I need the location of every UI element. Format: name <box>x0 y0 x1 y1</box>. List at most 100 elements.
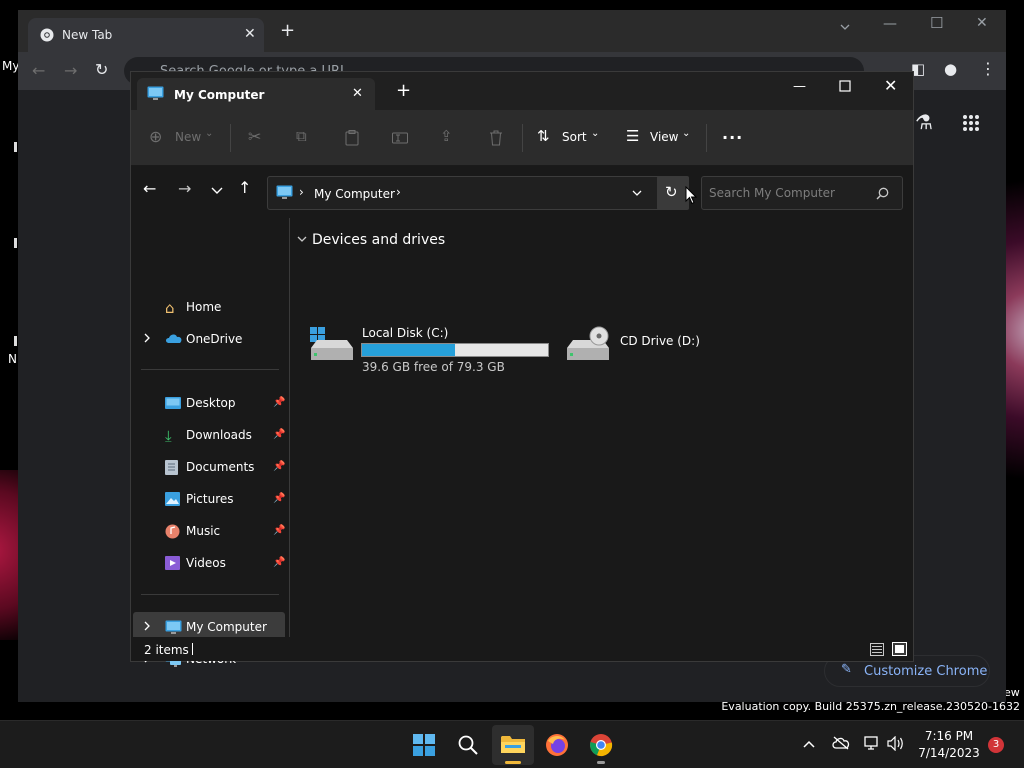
clock-date: 7/14/2023 <box>918 746 980 760</box>
chrome-maximize-icon[interactable]: ☐ <box>930 14 943 32</box>
new-button[interactable]: ⊕ New ⌄ <box>149 127 219 148</box>
sidebar-item-pictures[interactable]: Pictures 📌 <box>133 484 285 514</box>
desktop-icon-fragment <box>14 142 17 152</box>
pin-icon[interactable]: 📌 <box>273 557 285 568</box>
taskbar-file-explorer[interactable] <box>492 725 534 765</box>
cd-drive-icon <box>567 326 609 360</box>
cut-icon[interactable]: ✂ <box>248 127 261 146</box>
chrome-apps-icon[interactable] <box>962 114 980 132</box>
breadcrumb-my-computer[interactable]: My Computer <box>314 187 395 201</box>
forward-icon[interactable]: → <box>178 179 191 198</box>
sidebar-item-documents[interactable]: Documents 📌 <box>133 452 285 482</box>
volume-icon[interactable] <box>887 736 904 751</box>
details-view-icon[interactable] <box>870 643 884 656</box>
expand-chevron-icon[interactable] <box>143 333 151 343</box>
customize-chrome-label: Customize Chrome <box>864 664 988 679</box>
sidebar-item-music[interactable]: Music 📌 <box>133 516 285 546</box>
system-clock[interactable]: 7:16 PM 7/14/2023 <box>914 728 984 762</box>
chrome-new-tab-icon[interactable]: + <box>280 22 295 40</box>
search-input[interactable] <box>709 186 869 200</box>
breadcrumb-chevron-icon[interactable]: › <box>396 185 401 199</box>
large-icons-view-icon[interactable] <box>892 642 907 656</box>
back-icon[interactable]: ← <box>143 179 156 198</box>
show-hidden-icons-icon[interactable] <box>803 740 815 748</box>
chrome-labs-icon[interactable]: ⚗ <box>915 110 933 134</box>
pin-icon[interactable]: 📌 <box>273 429 285 440</box>
paste-icon[interactable] <box>345 130 359 146</box>
pin-icon[interactable]: 📌 <box>273 493 285 504</box>
sidebar-item-label: Desktop <box>186 396 236 410</box>
pictures-icon <box>165 492 180 506</box>
search-box[interactable] <box>701 176 903 210</box>
search-icon[interactable] <box>458 735 478 755</box>
chrome-tab-search-icon[interactable] <box>838 20 852 34</box>
view-label: View <box>650 130 679 144</box>
sidebar-divider <box>141 369 279 370</box>
explorer-minimize-icon[interactable]: — <box>793 79 806 94</box>
sidebar-item-onedrive[interactable]: OneDrive <box>133 324 285 354</box>
sidebar-item-downloads[interactable]: ⤓ Downloads 📌 <box>133 420 285 450</box>
address-dropdown-icon[interactable] <box>632 190 642 197</box>
chrome-tab-close-icon[interactable]: ✕ <box>244 26 256 42</box>
more-options-icon[interactable]: ... <box>722 124 743 143</box>
explorer-command-bar: ⊕ New ⌄ ✂ ⧉ ⇪ ⇅ Sort ⌄ ☰ View ⌄ ... <box>131 110 913 166</box>
copy-icon[interactable]: ⧉ <box>296 127 307 145</box>
chrome-profile-icon[interactable]: ● <box>944 60 957 78</box>
sidebar-item-home[interactable]: ⌂ Home <box>133 292 285 322</box>
breadcrumb-chevron-icon[interactable]: › <box>299 185 304 199</box>
view-button[interactable]: ☰ View ⌄ <box>626 127 692 148</box>
explorer-tab-close-icon[interactable]: ✕ <box>352 86 363 101</box>
share-icon[interactable]: ⇪ <box>440 127 453 145</box>
search-icon[interactable] <box>876 187 889 200</box>
sidebar-item-label: OneDrive <box>186 332 243 346</box>
up-icon[interactable]: ↑ <box>238 178 251 197</box>
firefox-icon[interactable] <box>545 733 569 757</box>
drive-cd-drive-d[interactable]: CD Drive (D:) <box>565 326 715 366</box>
chrome-minimize-icon[interactable]: — <box>883 16 897 32</box>
pin-icon[interactable]: 📌 <box>273 461 285 472</box>
desktop-icon-label[interactable]: N <box>8 352 17 366</box>
chrome-close-icon[interactable]: ✕ <box>976 15 988 31</box>
explorer-new-tab-icon[interactable]: + <box>396 82 411 100</box>
desktop-icon <box>165 397 181 409</box>
chrome-back-icon[interactable]: ← <box>32 61 45 80</box>
delete-icon[interactable] <box>489 130 503 146</box>
music-icon <box>165 524 180 539</box>
group-header[interactable]: Devices and drives <box>312 232 445 248</box>
group-collapse-icon[interactable] <box>297 236 307 243</box>
address-bar[interactable]: › My Computer › <box>267 176 689 210</box>
sidebar-item-label: Downloads <box>186 428 252 442</box>
sidebar-item-desktop[interactable]: Desktop 📌 <box>133 388 285 418</box>
sort-button[interactable]: ⇅ Sort ⌄ <box>537 127 603 148</box>
recent-locations-icon[interactable] <box>211 187 223 195</box>
running-app-indicator <box>597 761 605 764</box>
videos-icon <box>165 556 180 570</box>
taskbar: 7:16 PM 7/14/2023 3 <box>0 720 1024 768</box>
pane-splitter[interactable] <box>289 218 290 641</box>
chrome-forward-icon[interactable]: → <box>64 61 77 80</box>
sidebar-item-label: Videos <box>186 556 226 570</box>
explorer-tab-my-computer[interactable]: My Computer ✕ <box>137 78 375 110</box>
expand-chevron-icon[interactable] <box>143 621 151 631</box>
network-status-icon[interactable] <box>864 736 880 751</box>
chrome-tab-strip: New Tab ✕ + — ☐ ✕ <box>18 10 1006 52</box>
sidebar-item-videos[interactable]: Videos 📌 <box>133 548 285 578</box>
chrome-menu-icon[interactable]: ⋮ <box>980 59 996 78</box>
pin-icon[interactable]: 📌 <box>273 525 285 536</box>
chrome-tab-new-tab[interactable]: New Tab ✕ <box>28 18 264 52</box>
chrome-icon[interactable] <box>589 733 613 757</box>
rename-icon[interactable] <box>392 131 408 145</box>
desktop-icon-label[interactable]: My <box>2 59 19 73</box>
chrome-reload-icon[interactable]: ↻ <box>95 60 108 79</box>
explorer-close-icon[interactable]: ✕ <box>884 76 897 95</box>
drive-local-disk-c[interactable]: Local Disk (C:) 39.6 GB free of 79.3 GB <box>309 326 554 376</box>
view-icon: ☰ <box>626 127 640 145</box>
onedrive-offline-icon[interactable] <box>832 736 850 750</box>
explorer-maximize-icon[interactable] <box>839 80 851 92</box>
desktop-icon-fragment <box>14 238 17 248</box>
refresh-icon: ↻ <box>665 183 678 201</box>
start-button-icon[interactable] <box>413 734 435 756</box>
chevron-down-icon: ⌄ <box>205 128 214 139</box>
pin-icon[interactable]: 📌 <box>273 397 285 408</box>
notification-badge[interactable]: 3 <box>988 737 1004 753</box>
